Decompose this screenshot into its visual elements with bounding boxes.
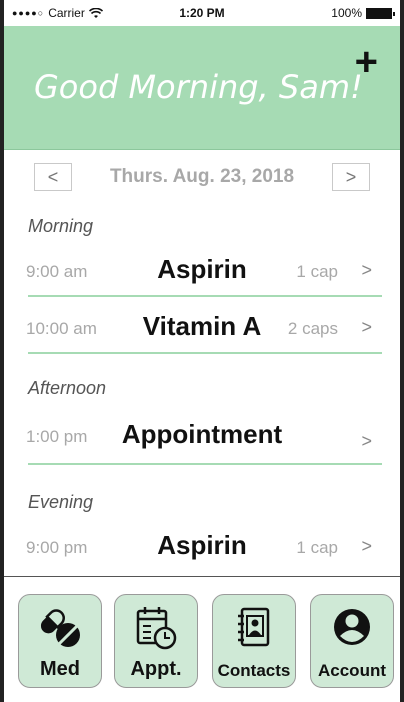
battery-percent: 100%	[331, 6, 362, 20]
status-right: 100%	[331, 6, 395, 20]
schedule-row[interactable]: 9:00 pm Aspirin 1 cap >	[26, 528, 378, 568]
current-date: Thurs. Aug. 23, 2018	[109, 166, 295, 187]
divider	[28, 463, 382, 465]
row-time: 9:00 pm	[26, 538, 88, 557]
greeting-title: Good Morning, Sam!	[34, 68, 363, 106]
chevron-right-icon: >	[361, 536, 372, 556]
divider	[28, 295, 382, 297]
row-time: 1:00 pm	[26, 427, 88, 446]
chevron-right-icon: >	[361, 260, 372, 280]
tab-bar: Med Appt. Contacts Account	[4, 577, 400, 702]
row-name: Vitamin A	[142, 311, 262, 341]
schedule-row[interactable]: 9:00 am Aspirin 1 cap >	[26, 252, 378, 292]
tab-label: Contacts	[217, 661, 291, 680]
row-name: Appointment	[121, 419, 283, 449]
battery-icon	[366, 7, 395, 19]
phone-frame: ●●●●○ Carrier 1:20 PM 100% Good Morning,…	[0, 0, 404, 702]
tab-account[interactable]: Account	[310, 594, 394, 688]
tab-appointments[interactable]: Appt.	[114, 594, 198, 688]
divider	[28, 352, 382, 354]
calendar-clock-icon	[115, 605, 197, 650]
prev-day-button[interactable]: <	[34, 163, 72, 191]
tab-contacts[interactable]: Contacts	[212, 594, 296, 688]
plus-icon[interactable]: +	[355, 42, 378, 82]
status-bar: ●●●●○ Carrier 1:20 PM 100%	[4, 0, 400, 26]
tab-label: Account	[318, 661, 386, 680]
section-label-evening: Evening	[28, 492, 94, 512]
schedule-row[interactable]: 10:00 am Vitamin A 2 caps >	[26, 309, 378, 349]
row-dose: 1 cap	[296, 538, 338, 557]
date-navigation: < Thurs. Aug. 23, 2018 >	[34, 163, 370, 193]
row-time: 9:00 am	[26, 262, 88, 281]
chevron-right-icon: >	[361, 317, 372, 337]
row-name: Aspirin	[157, 530, 247, 560]
row-dose: 1 cap	[296, 262, 338, 281]
schedule-row[interactable]: 1:00 pm Appointment >	[26, 417, 378, 457]
row-time: 10:00 am	[26, 319, 97, 338]
row-name: Aspirin	[157, 254, 247, 284]
section-label-morning: Morning	[28, 216, 94, 236]
tab-label: Appt.	[130, 658, 182, 680]
contact-book-icon	[213, 605, 295, 649]
user-circle-icon	[311, 605, 393, 649]
tab-med[interactable]: Med	[18, 594, 102, 688]
chevron-right-icon: >	[361, 431, 372, 451]
tab-label: Med	[40, 658, 80, 680]
next-day-button[interactable]: >	[332, 163, 370, 191]
header: Good Morning, Sam! +	[4, 26, 400, 150]
section-label-afternoon: Afternoon	[28, 378, 107, 398]
pills-icon	[19, 605, 101, 649]
row-dose: 2 caps	[287, 319, 338, 338]
